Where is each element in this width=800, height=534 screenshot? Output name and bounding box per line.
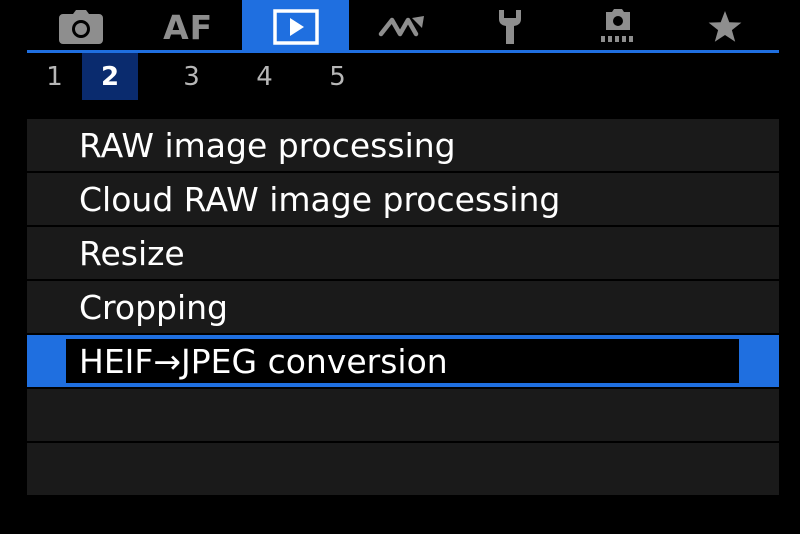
menu-item-empty	[27, 443, 779, 495]
menu-item-resize[interactable]: Resize	[27, 227, 779, 279]
camera-icon	[58, 10, 103, 44]
menu-item-label: Cropping	[79, 287, 228, 327]
sub-tab-2[interactable]: 2	[82, 53, 138, 100]
sub-tab-1[interactable]: 1	[27, 53, 82, 100]
menu-item-label: HEIF→JPEG conversion	[79, 341, 448, 381]
custom-functions-icon	[598, 8, 638, 46]
wrench-icon	[495, 8, 525, 46]
menu-item-cloud-raw-image-processing[interactable]: Cloud RAW image processing	[27, 173, 779, 225]
play-icon	[272, 9, 319, 45]
menu-item-label: Cloud RAW image processing	[79, 179, 561, 219]
menu-item-raw-image-processing[interactable]: RAW image processing	[27, 119, 779, 171]
menu-item-label: Resize	[79, 233, 185, 273]
selection-cursor: HEIF→JPEG conversion	[66, 339, 739, 383]
menu-item-heif-jpeg-conversion[interactable]: HEIF→JPEG conversion	[27, 335, 779, 387]
sub-tab-3[interactable]: 3	[155, 53, 228, 100]
tab-custom-functions[interactable]	[564, 0, 671, 50]
star-icon	[707, 10, 743, 44]
tab-my-menu[interactable]	[672, 0, 779, 50]
tab-af[interactable]: AF	[134, 0, 241, 50]
menu-item-empty	[27, 389, 779, 441]
menu-list: RAW image processing Cloud RAW image pro…	[27, 119, 779, 497]
menu-item-label: RAW image processing	[79, 125, 456, 165]
sub-tab-4[interactable]: 4	[228, 53, 301, 100]
tab-af-label: AF	[163, 7, 214, 47]
tab-wireless[interactable]	[349, 0, 456, 50]
tab-playback[interactable]	[241, 0, 350, 50]
tab-setup[interactable]	[457, 0, 564, 50]
sub-tab-bar: 1 2 3 4 5	[27, 53, 374, 100]
main-tab-bar: AF	[27, 0, 779, 50]
sub-tab-5[interactable]: 5	[301, 53, 374, 100]
tab-shooting[interactable]	[27, 0, 134, 50]
menu-item-cropping[interactable]: Cropping	[27, 281, 779, 333]
wireless-icon	[378, 12, 428, 42]
